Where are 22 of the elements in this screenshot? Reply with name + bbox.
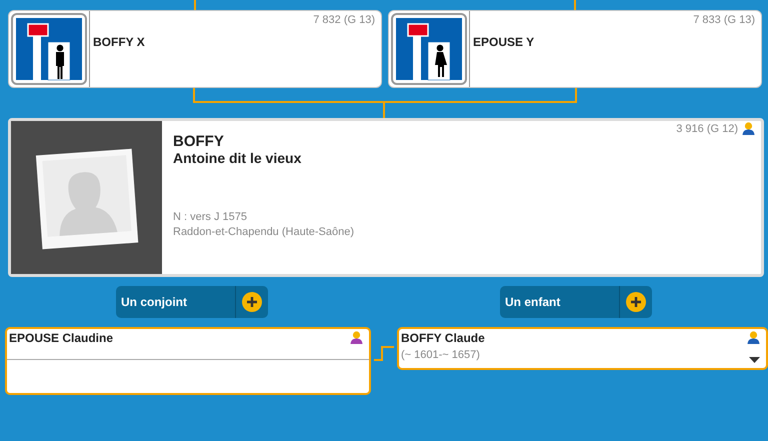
dropdown-caret-icon[interactable]: [749, 357, 760, 363]
birth-place: Raddon-et-Chapendu (Haute-Saône): [173, 226, 354, 238]
sosa-number: 7 832 (G 13): [313, 14, 375, 26]
birth-info: N : vers J 1575: [173, 211, 248, 223]
parent-name: BOFFY X: [93, 35, 145, 51]
spouse-name: EPOUSE Claudine: [9, 331, 114, 347]
add-relative-button[interactable]: Un enfant: [500, 286, 652, 318]
plus-icon: [626, 292, 646, 312]
spouse-card[interactable]: EPOUSE Claudine: [5, 327, 371, 395]
connector-line: [374, 346, 394, 361]
parent-card[interactable]: BOFFY X 7 832 (G 13): [8, 10, 382, 88]
life-dates: (~ 1601-~ 1657): [401, 349, 481, 361]
child-name: BOFFY Claude: [401, 331, 485, 345]
sosa-number: 3 916 (G 12): [676, 122, 738, 134]
parent-name: EPOUSE Y: [473, 35, 534, 51]
person-surname: BOFFY: [173, 133, 225, 150]
parent-card[interactable]: EPOUSE Y 7 833 (G 13): [388, 10, 762, 88]
child-card[interactable]: BOFFY Claude (~ 1601-~ 1657): [397, 327, 768, 370]
plus-icon: [242, 292, 262, 312]
sosa-number: 7 833 (G 13): [693, 14, 755, 26]
person-given-name: Antoine dit le vieux: [173, 150, 302, 166]
add-relative-button[interactable]: Un conjoint: [116, 286, 268, 318]
